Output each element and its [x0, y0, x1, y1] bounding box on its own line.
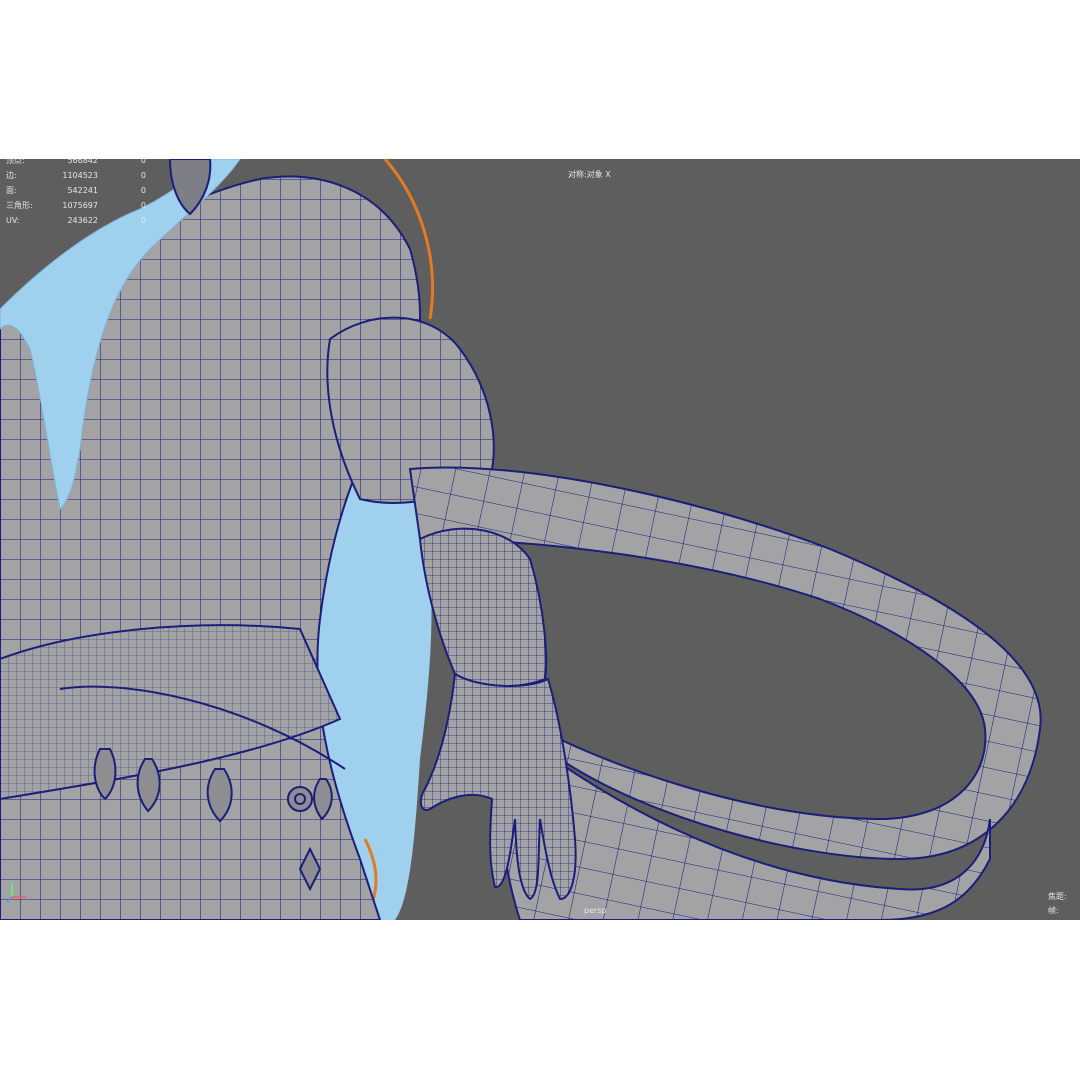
stat-row-vertices: 顶点: 566842 0 — [6, 159, 146, 165]
camera-name-label: persp — [584, 906, 607, 915]
stat-row-triangles: 三角形: 1075697 0 — [6, 201, 146, 210]
stat-row-faces: 面: 542241 0 — [6, 186, 146, 195]
stat-row-edges: 边: 1104523 0 — [6, 171, 146, 180]
wireframe-model[interactable] — [0, 159, 1080, 920]
symmetry-label: 对称:对象 X — [568, 170, 611, 179]
stat-row-uvs: UV: 243622 0 — [6, 216, 146, 225]
maya-viewport[interactable]: 顶点: 566842 0 边: 1104523 0 面: 542241 0 三角… — [0, 159, 1080, 920]
axis-gizmo-icon — [6, 883, 26, 903]
poly-count-hud: 顶点: 566842 0 边: 1104523 0 面: 542241 0 三角… — [6, 159, 146, 228]
frame-label: 帧: — [1048, 906, 1059, 915]
focal-length-label: 焦距: — [1048, 892, 1067, 901]
